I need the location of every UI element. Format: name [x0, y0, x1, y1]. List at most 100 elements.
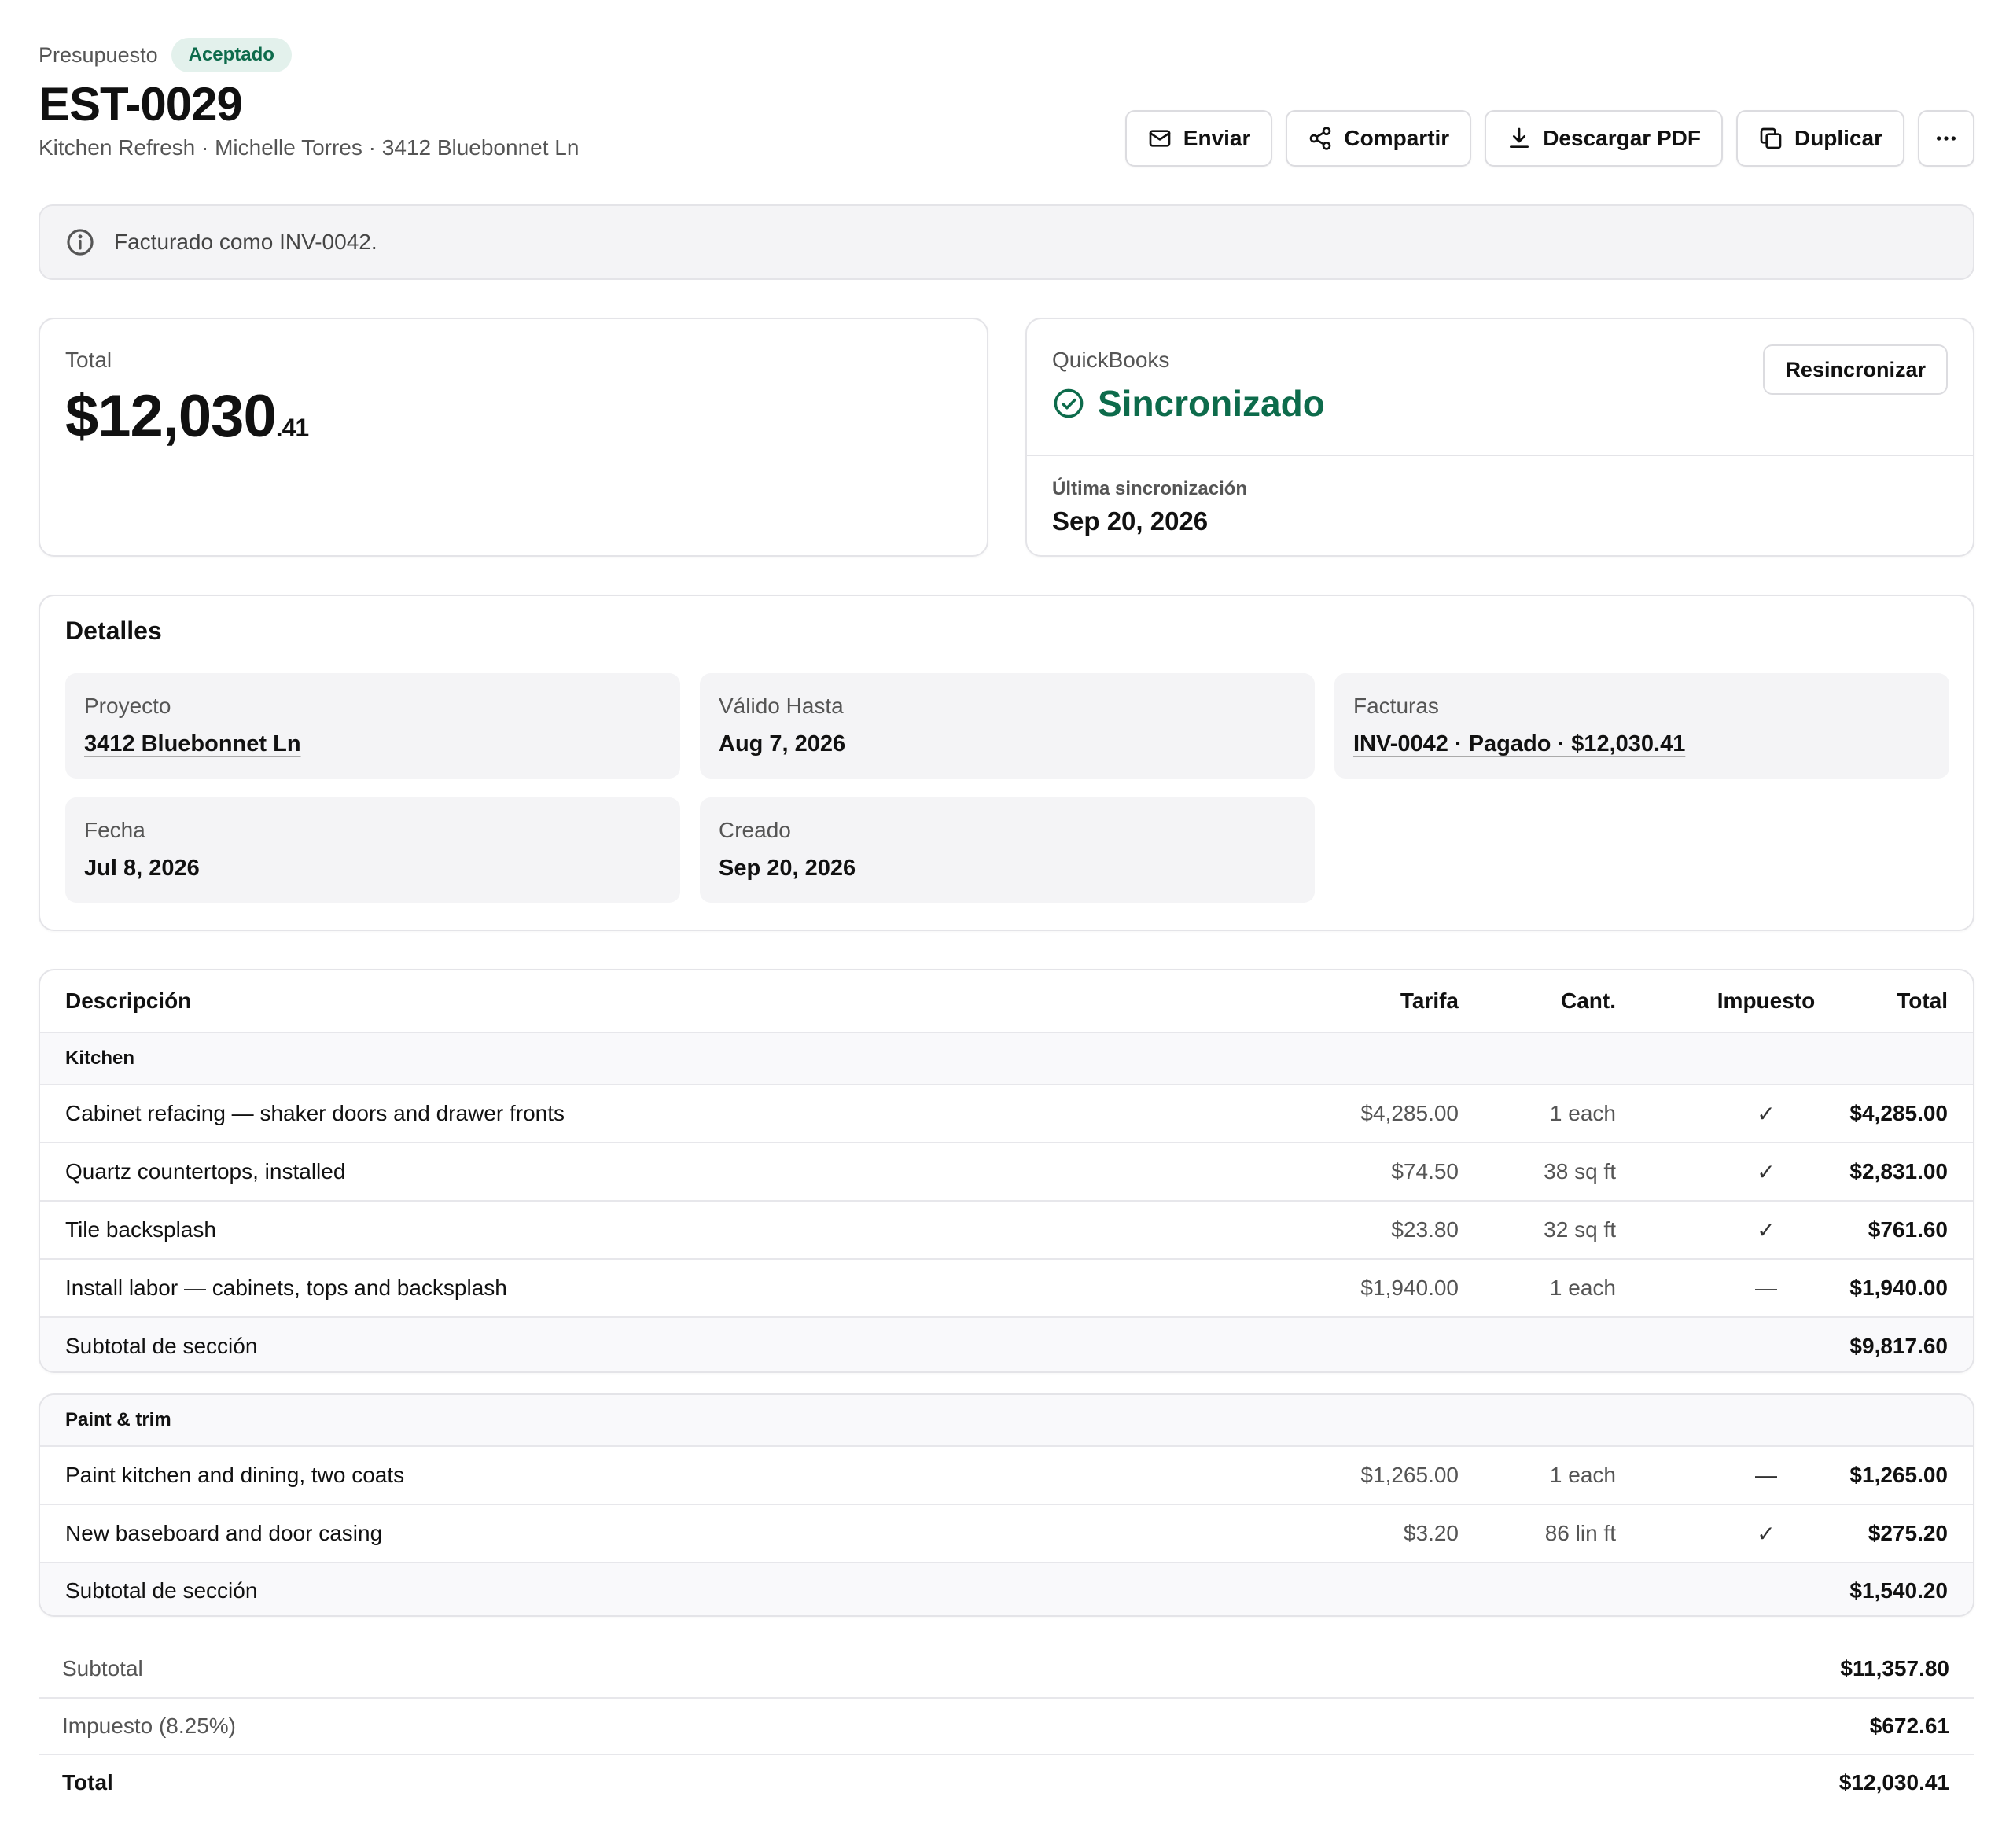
send-button[interactable]: Enviar	[1124, 110, 1273, 167]
total-card-label: Total	[65, 348, 112, 372]
item-qty: 1 each	[1549, 1101, 1616, 1125]
table-row[interactable]: Paint kitchen and dining, two coats $1,2…	[40, 1445, 1973, 1504]
total-card: Total $12,030.41	[39, 318, 988, 557]
document-type-label: Presupuesto	[39, 42, 158, 67]
share-button-label: Compartir	[1344, 126, 1450, 150]
download-pdf-button[interactable]: Descargar PDF	[1485, 110, 1723, 167]
summary-tax-label: Impuesto (8.25%)	[62, 1714, 236, 1738]
table-row[interactable]: New baseboard and door casing $3.20 86 l…	[40, 1504, 1973, 1562]
details-card: Detalles Proyecto 3412 Bluebonnet Ln Vál…	[39, 595, 1974, 931]
column-header-description: Descripción	[65, 988, 192, 1013]
share-button[interactable]: Compartir	[1286, 110, 1472, 167]
banner-text: Facturado como INV-0042.	[114, 230, 377, 254]
line-items-table-paint-trim: Paint & trim Paint kitchen and dining, t…	[39, 1393, 1974, 1617]
quickbooks-label: QuickBooks	[1052, 348, 1170, 372]
item-description: Cabinet refacing — shaker doors and draw…	[65, 1101, 565, 1125]
item-total: $275.20	[1868, 1521, 1948, 1545]
project-link[interactable]: 3412 Bluebonnet Ln	[84, 731, 301, 757]
page-subtitle: Kitchen Refresh · Michelle Torres · 3412…	[39, 135, 580, 160]
detail-created-value: Sep 20, 2026	[719, 856, 856, 881]
detail-invoices-label: Facturas	[1353, 694, 1439, 718]
sync-status-text: Sincronizado	[1098, 383, 1325, 424]
item-rate: $4,285.00	[1360, 1101, 1459, 1125]
section-name: Paint & trim	[65, 1409, 171, 1430]
total-amount-main: $12,030	[65, 383, 277, 450]
item-qty: 38 sq ft	[1544, 1159, 1616, 1184]
table-row[interactable]: Cabinet refacing — shaker doors and draw…	[40, 1084, 1973, 1142]
download-icon	[1510, 127, 1529, 148]
detail-project-label: Proyecto	[84, 694, 171, 718]
column-header-total: Total	[1897, 988, 1948, 1013]
item-tax-indicator: ✓	[1757, 1521, 1776, 1546]
item-tax-indicator: ✓	[1757, 1159, 1776, 1184]
item-description: Quartz countertops, installed	[65, 1159, 346, 1184]
table-row[interactable]: Tile backsplash $23.80 32 sq ft ✓ $761.6…	[40, 1200, 1973, 1258]
send-button-label: Enviar	[1183, 126, 1251, 150]
total-amount: $12,030.41	[65, 382, 309, 451]
item-total: $1,265.00	[1849, 1463, 1948, 1487]
item-description: Paint kitchen and dining, two coats	[65, 1463, 405, 1487]
column-header-qty: Cant.	[1561, 988, 1616, 1013]
invoiced-info-banner: Facturado como INV-0042.	[39, 204, 1974, 280]
more-horizontal-icon	[1937, 136, 1956, 141]
summary-subtotal-row: Subtotal $11,357.80	[39, 1640, 1974, 1697]
table-row[interactable]: Install labor — cabinets, tops and backs…	[40, 1258, 1973, 1316]
item-rate: $1,940.00	[1360, 1276, 1459, 1300]
item-description: Tile backsplash	[65, 1217, 216, 1242]
section-subtotal-value: $1,540.20	[1849, 1578, 1948, 1603]
mail-icon	[1149, 130, 1171, 147]
divider	[1027, 455, 1973, 456]
section-subtotal-value: $9,817.60	[1849, 1334, 1948, 1358]
item-rate: $1,265.00	[1360, 1463, 1459, 1487]
detail-valid-until: Válido Hasta Aug 7, 2026	[700, 673, 1315, 779]
section-subtotal-row: Subtotal de sección $9,817.60	[40, 1316, 1973, 1371]
detail-project: Proyecto 3412 Bluebonnet Ln	[65, 673, 680, 779]
item-qty: 86 lin ft	[1544, 1521, 1616, 1545]
section-subtotal-label: Subtotal de sección	[65, 1578, 258, 1603]
more-actions-button[interactable]	[1918, 110, 1974, 167]
item-total: $761.60	[1868, 1217, 1948, 1242]
info-icon	[67, 229, 94, 256]
check-circle-icon	[1054, 388, 1084, 418]
item-qty: 32 sq ft	[1544, 1217, 1616, 1242]
page-title: EST-0029	[39, 78, 243, 131]
item-qty: 1 each	[1549, 1276, 1616, 1300]
item-description: Install labor — cabinets, tops and backs…	[65, 1276, 507, 1300]
item-tax-indicator: —	[1755, 1463, 1777, 1487]
summary-total-value: $12,030.41	[1838, 1770, 1949, 1795]
detail-date-value: Jul 8, 2026	[84, 856, 200, 881]
share-icon	[1310, 127, 1331, 150]
detail-valid-until-label: Válido Hasta	[719, 694, 844, 718]
summary-subtotal-value: $11,357.80	[1840, 1656, 1949, 1681]
detail-valid-until-value: Aug 7, 2026	[719, 731, 846, 757]
table-row[interactable]: Quartz countertops, installed $74.50 38 …	[40, 1142, 1973, 1200]
section-name: Kitchen	[65, 1047, 135, 1069]
resync-button[interactable]: Resincronizar	[1763, 344, 1948, 395]
header-actions: Enviar Compartir Descargar PDF Duplicar	[1124, 110, 1974, 167]
item-tax-indicator: ✓	[1757, 1217, 1776, 1242]
section-subtotal-label: Subtotal de sección	[65, 1334, 258, 1358]
invoice-link[interactable]: INV-0042 · Pagado · $12,030.41	[1353, 731, 1685, 757]
column-header-rate: Tarifa	[1400, 988, 1459, 1013]
summary-total-row: Total $12,030.41	[39, 1754, 1974, 1810]
last-sync-value: Sep 20, 2026	[1052, 506, 1209, 536]
sync-status: Sincronizado	[1052, 382, 1325, 425]
total-amount-cents: .41	[275, 414, 309, 442]
summary-total-label: Total	[62, 1770, 113, 1795]
header-eyebrow-row: Presupuesto Aceptado	[39, 38, 292, 72]
item-tax-indicator: ✓	[1757, 1101, 1776, 1126]
item-description: New baseboard and door casing	[65, 1521, 383, 1545]
item-rate: $74.50	[1391, 1159, 1459, 1184]
item-total: $1,940.00	[1849, 1276, 1948, 1300]
line-items-table-kitchen: Descripción Tarifa Cant. Impuesto Total …	[39, 969, 1974, 1373]
summary-subtotal-label: Subtotal	[62, 1656, 143, 1681]
details-title: Detalles	[65, 617, 162, 645]
column-header-tax: Impuesto	[1717, 988, 1816, 1013]
table-header-row: Descripción Tarifa Cant. Impuesto Total	[40, 970, 1973, 1032]
duplicate-button[interactable]: Duplicar	[1735, 110, 1904, 167]
section-header-row: Kitchen	[40, 1032, 1973, 1084]
summary-tax-value: $672.61	[1869, 1714, 1949, 1738]
detail-created-label: Creado	[719, 818, 791, 842]
detail-date-label: Fecha	[84, 818, 145, 842]
detail-created: Creado Sep 20, 2026	[700, 797, 1315, 903]
